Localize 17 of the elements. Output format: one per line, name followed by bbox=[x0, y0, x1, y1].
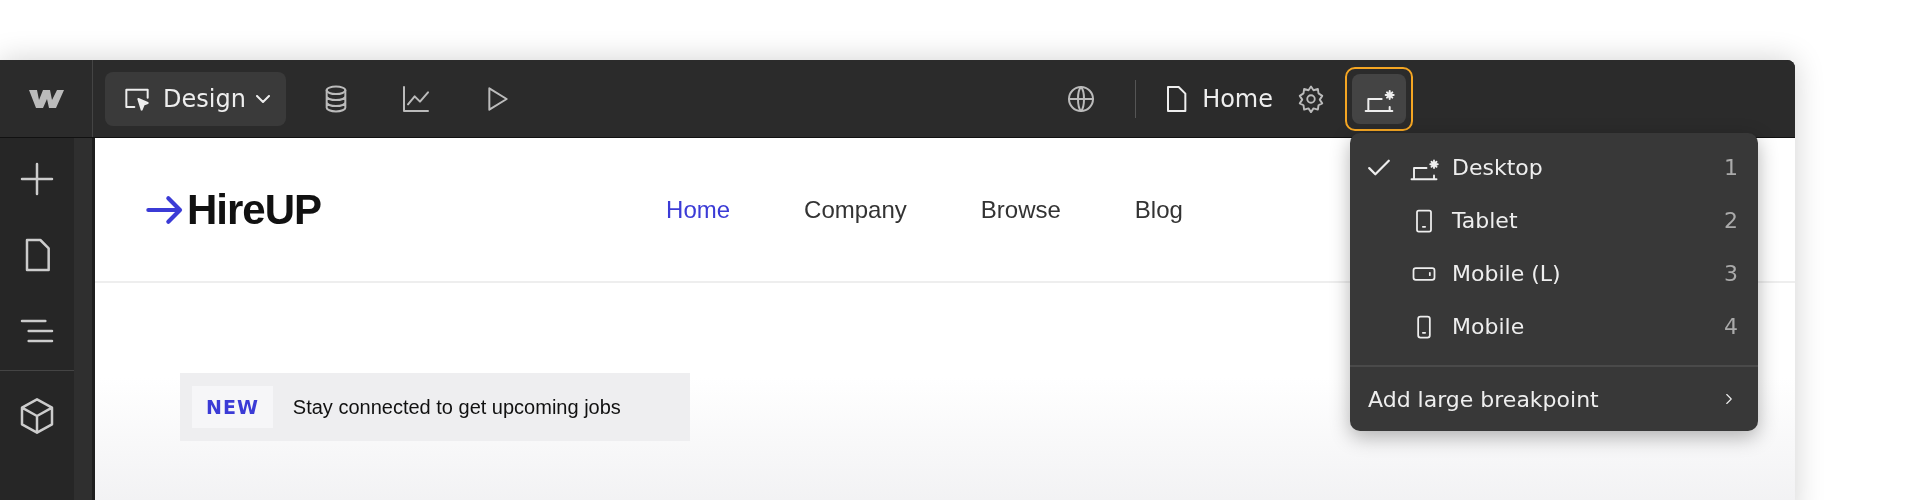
page-selector[interactable]: Home bbox=[1160, 82, 1273, 115]
breakpoint-button[interactable] bbox=[1345, 66, 1413, 131]
menu-item[interactable]: Mobile (L) 3 bbox=[1350, 247, 1758, 300]
nav-link[interactable]: Blog bbox=[1134, 195, 1183, 224]
brand-name: HireUP bbox=[187, 185, 322, 234]
nav-link[interactable]: Company bbox=[804, 195, 907, 224]
nav-link[interactable]: Browse bbox=[980, 195, 1061, 224]
design-mode-button[interactable]: Design bbox=[105, 71, 286, 126]
gear-drawing bbox=[1296, 83, 1326, 114]
banner-text: Stay connected to get upcoming jobs bbox=[292, 395, 621, 419]
menu-item[interactable]: Tablet 2 bbox=[1350, 194, 1758, 247]
menu-item[interactable]: Desktop 1 bbox=[1350, 141, 1758, 194]
add-breakpoint-item[interactable]: Add large breakpoint bbox=[1350, 367, 1758, 431]
menu-item[interactable]: Mobile 4 bbox=[1350, 300, 1758, 353]
new-badge: NEW bbox=[192, 386, 273, 428]
chevron-down-icon bbox=[255, 94, 270, 103]
nav-link[interactable]: Home bbox=[666, 195, 731, 224]
